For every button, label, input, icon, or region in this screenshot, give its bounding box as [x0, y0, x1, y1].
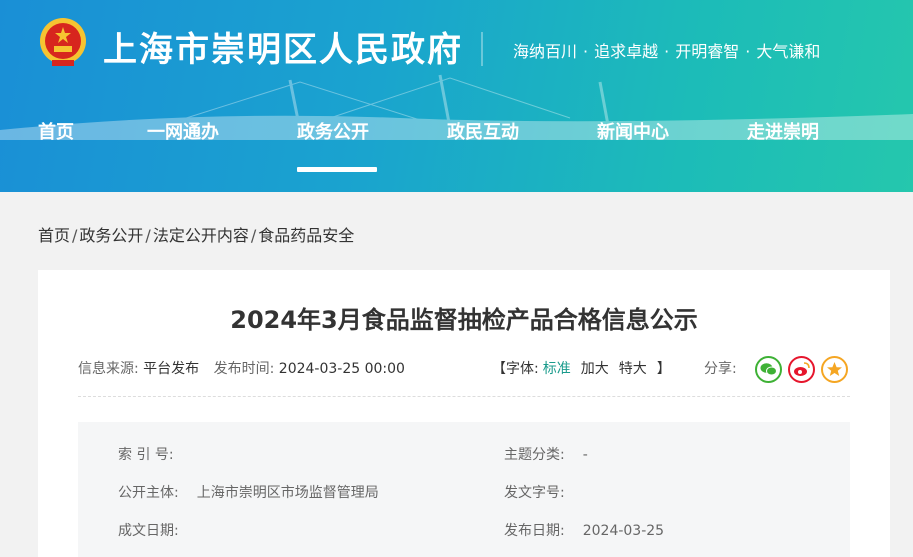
- slogan-item: 海纳百川: [513, 42, 578, 61]
- info-doc-no-row: 发文字号:: [504, 482, 583, 502]
- breadcrumb-statutory-disclosure[interactable]: 法定公开内容: [153, 226, 249, 245]
- national-emblem-icon: [40, 18, 86, 66]
- publish-time-label: 发布时间:: [213, 361, 275, 377]
- info-written-date-row: 成文日期:: [118, 520, 197, 540]
- wechat-icon[interactable]: [755, 356, 782, 383]
- article-card: 2024年3月食品监督抽检产品合格信息公示 信息来源: 平台发布 发布时间: 2…: [38, 270, 890, 557]
- weibo-icon[interactable]: [788, 356, 815, 383]
- article-meta: 信息来源: 平台发布 发布时间: 2024-03-25 00:00: [78, 358, 415, 378]
- info-publisher-row: 公开主体: 上海市崇明区市场监督管理局: [118, 482, 379, 502]
- breadcrumb-separator: /: [145, 226, 151, 245]
- breadcrumb-separator: /: [250, 226, 257, 245]
- font-size-switcher: 【字体: 标准 加大 特大】: [492, 358, 671, 378]
- star-icon[interactable]: [821, 356, 848, 383]
- slogan-separator: ·: [583, 42, 589, 61]
- font-size-close-bracket: 】: [656, 361, 671, 377]
- nav-item-interaction[interactable]: 政民互动: [447, 118, 519, 144]
- nav-item-online-services[interactable]: 一网通办: [147, 118, 219, 144]
- breadcrumb: 首页 / 政务公开 / 法定公开内容 / 食品药品安全: [38, 222, 354, 246]
- publish-date-value: 2024-03-25: [582, 523, 665, 539]
- slogan-item: 大气谦和: [756, 42, 821, 61]
- doc-no-label: 发文字号:: [504, 485, 565, 501]
- publisher-label: 公开主体:: [118, 485, 179, 501]
- info-publish-date-row: 发布日期: 2024-03-25: [504, 520, 664, 540]
- slogan-separator: ·: [664, 42, 670, 61]
- site-title[interactable]: 上海市崇明区人民政府: [103, 22, 463, 71]
- slogan-item: 开明睿智: [675, 42, 740, 61]
- source-value: 平台发布: [143, 361, 200, 377]
- title-divider: [481, 32, 483, 66]
- nav-item-home[interactable]: 首页: [38, 118, 74, 144]
- main-nav: 首页 一网通办 政务公开 政民互动 新闻中心 走进崇明: [0, 118, 913, 158]
- index-label: 索 引 号:: [118, 447, 174, 463]
- font-size-open-bracket: 【: [492, 361, 506, 377]
- breadcrumb-gov-affairs[interactable]: 政务公开: [79, 226, 143, 245]
- share-label: 分享:: [704, 361, 737, 377]
- font-size-standard[interactable]: 标准: [543, 361, 571, 377]
- slogan-item: 追求卓越: [594, 42, 659, 61]
- breadcrumb-separator: /: [72, 226, 78, 245]
- nav-item-about-chongming[interactable]: 走进崇明: [747, 118, 819, 144]
- document-info-table: 索 引 号: 主题分类: - 公开主体: 上海市崇明区市场监督管理局 发文字号: 成…: [78, 422, 850, 557]
- written-date-label: 成文日期:: [118, 523, 179, 539]
- category-label: 主题分类:: [504, 447, 565, 463]
- font-size-xlarge[interactable]: 特大: [619, 361, 647, 377]
- publish-date-label: 发布日期:: [504, 523, 565, 539]
- publish-time-value: 2024-03-25 00:00: [278, 361, 405, 377]
- nav-item-news[interactable]: 新闻中心: [597, 118, 669, 144]
- breadcrumb-home[interactable]: 首页: [38, 226, 70, 245]
- site-header: 上海市崇明区人民政府 海纳百川 · 追求卓越 · 开明睿智 · 大气谦和 首页 一网通办 政…: [0, 0, 913, 192]
- slogan-separator: ·: [745, 42, 751, 61]
- font-size-label: 字体:: [506, 361, 539, 377]
- nav-item-gov-affairs[interactable]: 政务公开: [297, 118, 369, 144]
- source-label: 信息来源:: [78, 361, 139, 377]
- nav-active-indicator: [297, 167, 377, 172]
- article-title: 2024年3月食品监督抽检产品合格信息公示: [230, 306, 698, 334]
- slogan: 海纳百川 · 追求卓越 · 开明睿智 · 大气谦和: [513, 38, 820, 62]
- publisher-value: 上海市崇明区市场监督管理局: [196, 485, 379, 501]
- breadcrumb-food-drug-safety[interactable]: 食品药品安全: [258, 226, 354, 245]
- info-category-row: 主题分类: -: [504, 444, 588, 464]
- meta-divider: [78, 396, 850, 397]
- info-index-row: 索 引 号:: [118, 444, 192, 464]
- category-value: -: [582, 447, 588, 463]
- font-size-large[interactable]: 加大: [581, 361, 609, 377]
